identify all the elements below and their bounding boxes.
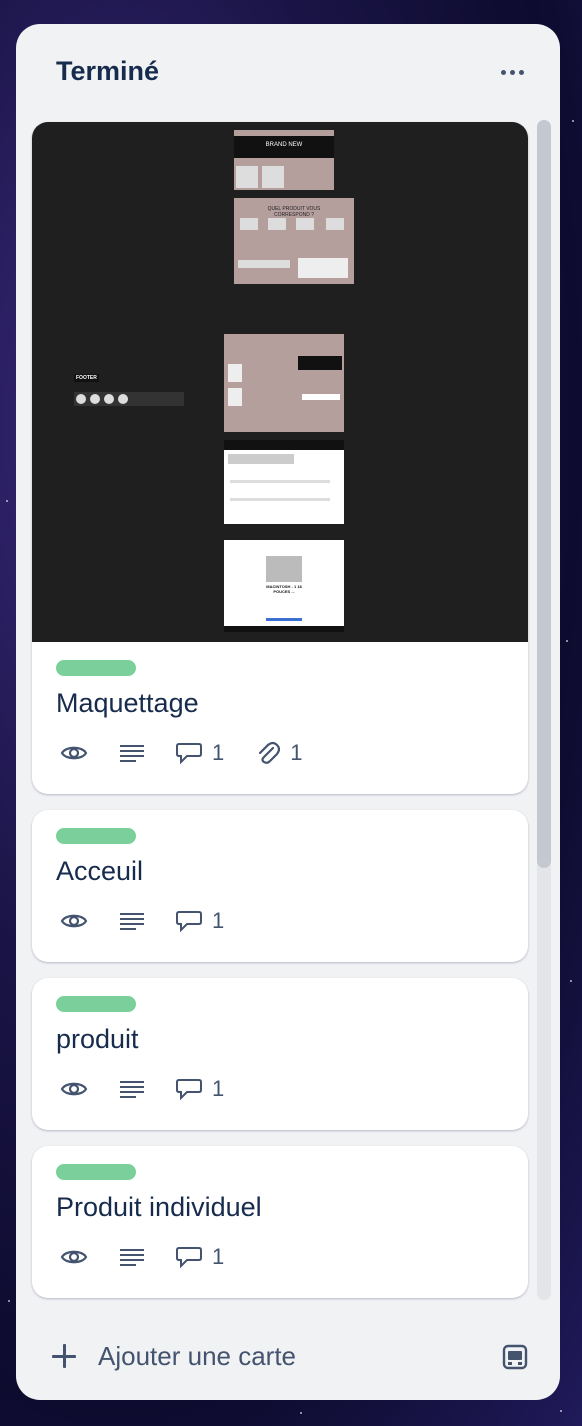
card-label-green[interactable]: [56, 996, 136, 1012]
comment-badge: 1: [176, 1076, 224, 1102]
plus-icon: [50, 1342, 78, 1370]
comment-icon: [176, 1247, 202, 1269]
watch-icon: [60, 1079, 88, 1099]
comment-icon: [176, 911, 202, 933]
card-title: Produit individuel: [56, 1192, 262, 1222]
cover-text-product: MACINTOSH - 1 18 POUCES ...: [266, 584, 302, 594]
watch-icon: [60, 743, 88, 763]
watch-icon: [60, 911, 88, 931]
card-cover-image: BRAND NEW QUEL PRODUIT VOUS CORRESPOND ?…: [32, 122, 528, 642]
card-label-green[interactable]: [56, 1164, 136, 1180]
add-card-label: Ajouter une carte: [98, 1340, 297, 1371]
list-header: Terminé: [16, 24, 560, 120]
card-template-icon[interactable]: [500, 1342, 530, 1372]
attachment-badge: 1: [256, 740, 303, 766]
list-column: Terminé BRAND NEW QUEL PRODUIT VOUS CORR…: [16, 24, 560, 1400]
description-icon: [120, 743, 144, 763]
comment-icon: [176, 743, 202, 765]
comment-count: 1: [212, 908, 225, 933]
comment-badge: 1: [176, 740, 224, 766]
card-produit[interactable]: produit 1: [32, 978, 528, 1130]
scrollbar-thumb[interactable]: [537, 120, 551, 868]
description-icon: [120, 911, 144, 931]
more-horizontal-icon[interactable]: [490, 58, 534, 86]
card-badges: 1 1: [60, 738, 335, 768]
card-produit-individuel[interactable]: Produit individuel 1: [32, 1146, 528, 1298]
card-label-green[interactable]: [56, 828, 136, 844]
watch-icon: [60, 1247, 88, 1267]
card-badges: 1: [60, 1074, 256, 1104]
list-scrollbar[interactable]: [536, 120, 552, 1300]
card-label-green[interactable]: [56, 660, 136, 676]
comment-count: 1: [212, 1244, 225, 1269]
comment-count: 1: [212, 740, 225, 765]
cover-text-brand: BRAND NEW: [265, 142, 303, 148]
card-maquettage[interactable]: BRAND NEW QUEL PRODUIT VOUS CORRESPOND ?…: [32, 122, 528, 794]
description-icon: [120, 1079, 144, 1099]
cover-text-question: QUEL PRODUIT VOUS CORRESPOND ?: [267, 206, 321, 218]
card-title: produit: [56, 1024, 139, 1054]
comment-badge: 1: [176, 908, 224, 934]
attachment-icon: [259, 741, 281, 764]
list-footer: Ajouter une carte: [16, 1324, 560, 1388]
card-acceuil[interactable]: Acceuil 1: [32, 810, 528, 962]
card-title: Maquettage: [56, 688, 199, 718]
list-title[interactable]: Terminé: [56, 56, 159, 87]
card-title: Acceuil: [56, 856, 144, 886]
card-badges: 1: [60, 906, 256, 936]
comment-badge: 1: [176, 1244, 224, 1270]
comment-count: 1: [212, 1076, 225, 1101]
add-card-button[interactable]: Ajouter une carte: [50, 1336, 296, 1376]
attachment-count: 1: [290, 740, 303, 765]
card-badges: 1: [60, 1242, 256, 1272]
comment-icon: [176, 1079, 202, 1101]
cover-text-footer: FOOTER: [74, 374, 99, 382]
description-icon: [120, 1247, 144, 1267]
